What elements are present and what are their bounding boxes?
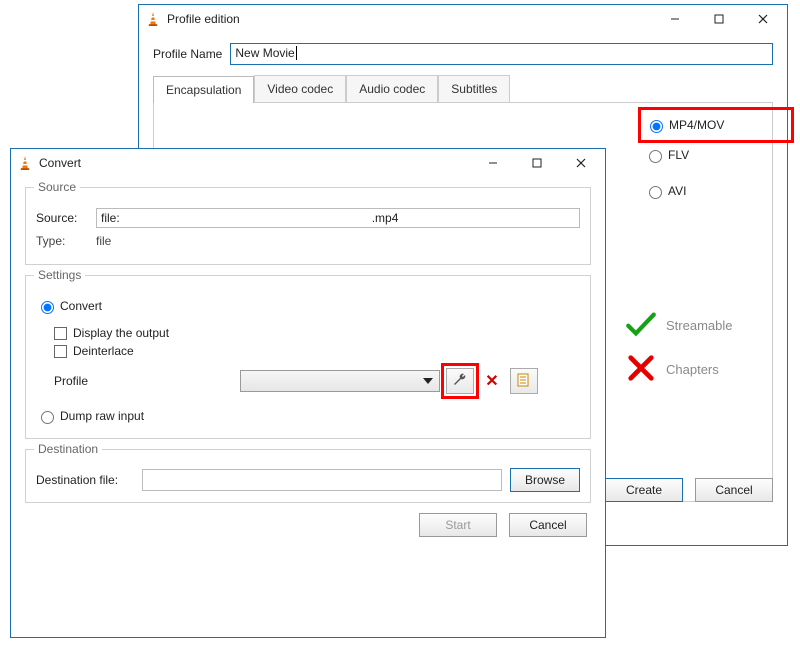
close-button[interactable] (741, 7, 785, 31)
radio-icon[interactable] (650, 120, 663, 133)
minimize-button[interactable] (471, 151, 515, 175)
tab-subtitles[interactable]: Subtitles (438, 75, 510, 102)
format-flv-radio[interactable]: FLV (644, 137, 784, 173)
create-button[interactable]: Create (605, 478, 683, 502)
window-title: Profile edition (167, 12, 240, 26)
delete-icon: ✕ (485, 371, 498, 391)
display-output-checkbox[interactable]: Display the output (54, 326, 580, 340)
edit-profile-button[interactable] (446, 368, 474, 394)
profile-name-label: Profile Name (153, 47, 222, 61)
tabs: Encapsulation Video codec Audio codec Su… (153, 75, 773, 102)
destination-group: Destination Destination file: Browse (25, 449, 591, 503)
maximize-button[interactable] (697, 7, 741, 31)
deinterlace-checkbox[interactable]: Deinterlace (54, 344, 580, 358)
source-input[interactable]: file: xxxxxxxxxxxxxxxxxxxxxxxxxxxxxxxxxx… (96, 208, 580, 228)
checkbox-icon[interactable] (54, 345, 67, 358)
format-label: AVI (668, 184, 686, 198)
close-button[interactable] (559, 151, 603, 175)
format-label: MP4/MOV (669, 118, 724, 132)
new-profile-button[interactable] (510, 368, 538, 394)
tab-video-codec[interactable]: Video codec (254, 75, 346, 102)
browse-button[interactable]: Browse (510, 468, 580, 492)
cross-icon (624, 353, 666, 386)
destination-file-label: Destination file: (36, 473, 134, 487)
convert-window: Convert Source Source: file: xxxxxxxxxxx… (10, 148, 606, 638)
wrench-icon (452, 372, 468, 391)
format-label: FLV (668, 148, 689, 162)
vlc-cone-icon (145, 11, 161, 27)
tab-encapsulation[interactable]: Encapsulation (153, 76, 254, 103)
check-icon (624, 309, 666, 342)
tab-audio-codec[interactable]: Audio codec (346, 75, 438, 102)
group-title: Settings (34, 268, 85, 282)
cancel-button[interactable]: Cancel (695, 478, 773, 502)
group-title: Destination (34, 442, 102, 456)
chevron-down-icon (423, 378, 433, 384)
radio-icon[interactable] (41, 411, 54, 424)
chapters-flag: Chapters (624, 347, 732, 391)
convert-radio[interactable]: Convert (36, 298, 102, 314)
settings-group: Settings Convert Display the output Dein… (25, 275, 591, 439)
group-title: Source (34, 180, 80, 194)
destination-file-input[interactable] (142, 469, 502, 491)
format-avi-radio[interactable]: AVI (644, 173, 784, 209)
source-label: Source: (36, 211, 88, 225)
checkbox-icon[interactable] (54, 327, 67, 340)
profile-label: Profile (54, 374, 112, 388)
titlebar: Profile edition (139, 5, 787, 33)
new-profile-icon (516, 372, 532, 391)
delete-profile-button[interactable]: ✕ (478, 368, 506, 394)
vlc-cone-icon (17, 155, 33, 171)
minimize-button[interactable] (653, 7, 697, 31)
profile-name-input[interactable]: New Movie (230, 43, 773, 65)
radio-icon[interactable] (41, 301, 54, 314)
source-group: Source Source: file: xxxxxxxxxxxxxxxxxxx… (25, 187, 591, 265)
start-button[interactable]: Start (419, 513, 497, 537)
window-title: Convert (39, 156, 81, 170)
streamable-flag: Streamable (624, 303, 732, 347)
type-label: Type: (36, 234, 88, 248)
titlebar: Convert (11, 149, 605, 177)
radio-icon[interactable] (649, 150, 662, 163)
profile-combobox[interactable] (240, 370, 440, 392)
radio-icon[interactable] (649, 186, 662, 199)
type-value: file (96, 234, 111, 248)
dump-raw-radio[interactable]: Dump raw input (36, 408, 144, 424)
maximize-button[interactable] (515, 151, 559, 175)
cancel-button[interactable]: Cancel (509, 513, 587, 537)
